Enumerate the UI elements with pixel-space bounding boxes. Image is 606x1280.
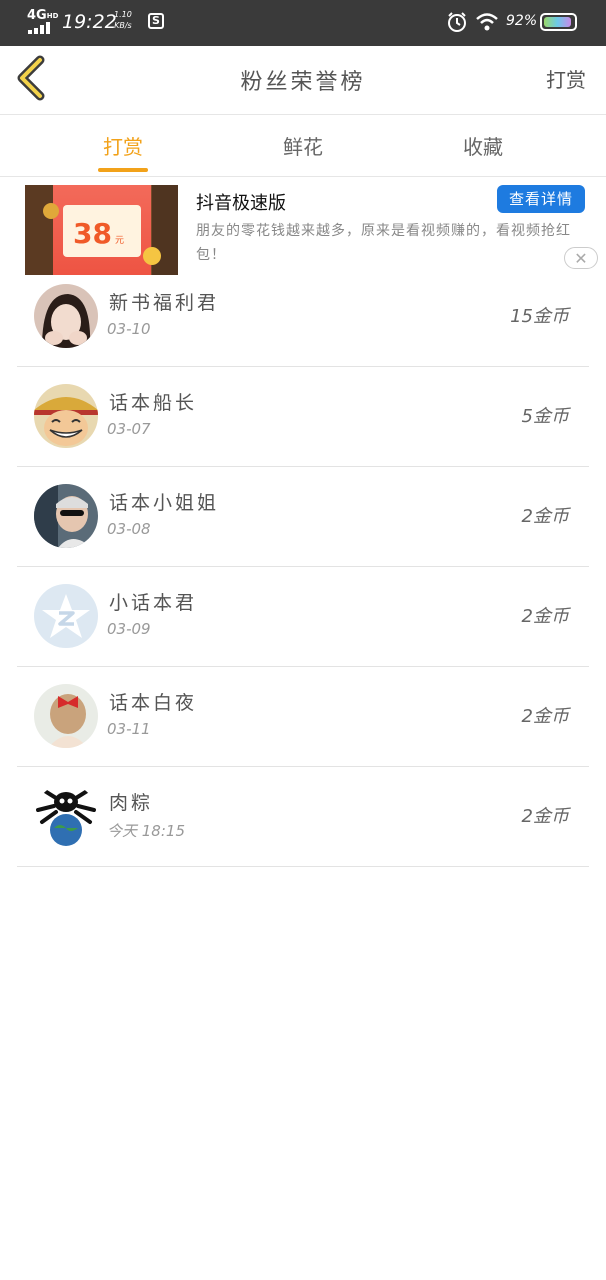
tab-reward[interactable]: 打赏	[83, 131, 163, 160]
ad-banner[interactable]: 38 元 抖音极速版 朋友的零花钱越来越多，原来是看视频赚的，看视频抢红包！ 查…	[0, 177, 606, 277]
cartoon-avatar-luffy-icon	[34, 384, 98, 448]
coin-amount: 2金币	[521, 706, 569, 727]
clock: 19:22	[62, 11, 117, 33]
list-item[interactable]: 小话本君 03-09 2金币	[17, 566, 589, 667]
fan-name: 话本白夜	[109, 692, 198, 714]
battery-fill	[544, 17, 571, 27]
signal-icon	[28, 22, 54, 34]
tab-favorites[interactable]: 收藏	[443, 131, 523, 160]
fan-name: 新书福利君	[109, 292, 220, 314]
fan-name: 肉粽	[109, 792, 154, 814]
photo-avatar-sunglasses-icon	[34, 484, 98, 548]
fan-name: 话本船长	[109, 392, 198, 414]
status-bar: 4GHD 19:22 1.10 KB/s S 92%	[0, 0, 606, 46]
list-item[interactable]: 肉粽 今天 18:15 2金币	[17, 766, 589, 867]
ad-image-unit: 元	[115, 236, 125, 246]
coin-amount: 2金币	[521, 506, 569, 527]
battery-percent: 92%	[506, 13, 538, 29]
list-item[interactable]: 话本白夜 03-11 2金币	[17, 666, 589, 767]
fan-date: 03-09	[107, 620, 151, 638]
network-indicator: 4GHD	[27, 8, 59, 23]
default-qq-avatar-icon	[34, 584, 98, 648]
ad-details-button[interactable]: 查看详情	[497, 185, 585, 213]
active-tab-indicator	[98, 168, 148, 172]
fan-date: 03-08	[107, 520, 151, 538]
photo-avatar-redbow-icon	[34, 684, 98, 748]
coin-amount: 2金币	[521, 606, 569, 627]
list-item[interactable]: 新书福利君 03-10 15金币	[17, 266, 589, 367]
ad-image[interactable]: 38 元	[25, 185, 178, 275]
coin-amount: 5金币	[521, 406, 569, 427]
fan-date: 03-11	[107, 720, 151, 738]
fan-date: 今天 18:15	[107, 822, 185, 840]
fan-name: 话本小姐姐	[109, 492, 220, 514]
network-speed: 1.10 KB/s	[114, 10, 132, 30]
cartoon-avatar-globe-icon	[34, 784, 98, 848]
coin-amount: 15金币	[510, 306, 569, 327]
tab-bar: 打赏 鲜花 收藏	[0, 115, 606, 177]
nav-bar: 粉丝荣誉榜 打赏	[0, 46, 606, 115]
list-item[interactable]: 话本船长 03-07 5金币	[17, 366, 589, 467]
wifi-icon	[476, 13, 498, 31]
coin-icon	[143, 247, 161, 265]
tab-flowers[interactable]: 鲜花	[263, 131, 343, 160]
coin-icon	[43, 203, 59, 219]
ad-image-amount: 38	[73, 217, 112, 250]
fan-date: 03-10	[107, 320, 151, 338]
page-title: 粉丝荣誉榜	[240, 70, 366, 95]
coin-amount: 2金币	[521, 806, 569, 827]
list-item[interactable]: 话本小姐姐 03-08 2金币	[17, 466, 589, 567]
app-notification-icon: S	[148, 13, 164, 29]
battery-icon	[540, 13, 577, 31]
reward-button[interactable]: 打赏	[546, 64, 586, 93]
photo-avatar-girl-icon	[34, 284, 98, 348]
alarm-icon	[448, 12, 466, 32]
fan-date: 03-07	[107, 420, 151, 438]
ad-title: 抖音极速版	[196, 193, 286, 214]
ad-description: 朋友的零花钱越来越多，原来是看视频赚的，看视频抢红包！	[196, 223, 571, 263]
fan-name: 小话本君	[109, 592, 198, 614]
